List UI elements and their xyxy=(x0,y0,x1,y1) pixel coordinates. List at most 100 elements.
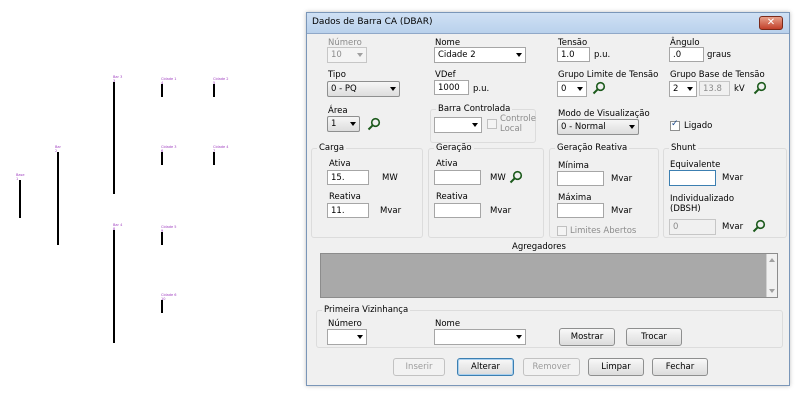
grupo-base-kv-unit: kV xyxy=(734,84,745,94)
equivalente-field[interactable] xyxy=(669,170,716,186)
maxima-field[interactable] xyxy=(557,203,604,218)
vdef-value: 1000 xyxy=(438,83,460,93)
search-icon[interactable] xyxy=(367,117,381,131)
numero-select[interactable]: 10 xyxy=(327,47,367,63)
bus-label: Cidade 3 6 xyxy=(161,145,177,153)
chevron-down-icon xyxy=(516,53,522,57)
carga-ativa-label: Ativa xyxy=(329,159,351,169)
grupo-limite-select[interactable]: 0 xyxy=(557,81,587,97)
chevron-down-icon xyxy=(516,335,522,339)
tipo-value: 0 - PQ xyxy=(331,84,357,94)
limites-abertos-label: Limites Abertos xyxy=(570,226,637,236)
agregadores-scrollbar[interactable] xyxy=(766,254,777,297)
bus-label: Cidade 4 7 xyxy=(213,145,229,153)
area-select[interactable]: 1 xyxy=(327,116,360,132)
bus-bar[interactable] xyxy=(213,84,215,97)
vdef-label: VDef xyxy=(435,70,456,80)
carga-reativa-unit: Mvar xyxy=(380,206,402,216)
modo-visualizacao-label: Modo de Visualização xyxy=(558,109,650,119)
ligado-label: Ligado xyxy=(684,121,713,131)
agregadores-title: Agregadores xyxy=(512,242,566,252)
inserir-button[interactable]: Inserir xyxy=(393,358,445,376)
one-line-diagram[interactable]: Base 1 Bar 2 Bar 3 3 Cidade 1 4 Cidade 2… xyxy=(0,0,300,400)
tipo-select[interactable]: 0 - PQ xyxy=(327,81,400,97)
bus-bar[interactable] xyxy=(19,180,21,218)
barra-controlada-select[interactable] xyxy=(434,117,482,133)
bus-bar[interactable] xyxy=(161,232,163,245)
carga-reativa-label: Reativa xyxy=(329,192,361,202)
bus-label: Cidade 6 10 xyxy=(161,293,177,301)
limites-abertos-checkbox[interactable] xyxy=(557,226,567,236)
dialog-title: Dados de Barra CA (DBAR) xyxy=(312,17,433,27)
geracao-ativa-field[interactable] xyxy=(434,170,481,185)
mostrar-button[interactable]: Mostrar xyxy=(559,328,615,346)
bus-bar[interactable] xyxy=(113,82,115,194)
vizinhanca-numero-label: Número xyxy=(328,319,362,329)
chevron-down-icon xyxy=(357,335,363,339)
maxima-unit: Mvar xyxy=(611,206,633,216)
vdef-unit: p.u. xyxy=(473,84,490,94)
carga-ativa-value: 15. xyxy=(331,173,345,183)
tipo-label: Tipo xyxy=(328,70,346,80)
modo-visualizacao-select[interactable]: 0 - Normal xyxy=(557,119,639,135)
scroll-down-icon[interactable] xyxy=(769,289,775,293)
bus-bar[interactable] xyxy=(161,152,163,165)
bus-label: Base 1 xyxy=(16,173,25,181)
bus-bar[interactable] xyxy=(213,152,215,165)
bus-bar[interactable] xyxy=(161,300,163,313)
search-icon[interactable] xyxy=(509,170,523,184)
minima-unit: Mvar xyxy=(611,174,633,184)
agregadores-list[interactable] xyxy=(320,253,778,298)
bus-bar[interactable] xyxy=(161,84,163,97)
chevron-down-icon xyxy=(350,122,356,126)
angulo-unit: graus xyxy=(707,50,731,60)
grupo-base-value: 2 xyxy=(673,84,679,94)
carga-ativa-field[interactable]: 15. xyxy=(327,170,369,185)
individualizado-label: Individualizado (DBSH) xyxy=(670,194,735,214)
search-icon[interactable] xyxy=(753,81,767,95)
chevron-down-icon xyxy=(472,123,478,127)
bus-label: Cidade 5 9 xyxy=(161,225,177,233)
carga-reativa-value: 11. xyxy=(331,206,345,216)
shunt-title: Shunt xyxy=(669,143,698,153)
search-icon[interactable] xyxy=(592,81,606,95)
search-icon[interactable] xyxy=(752,219,766,233)
bus-label: Cidade 2 5 xyxy=(213,77,229,85)
angulo-value: .0 xyxy=(673,50,682,60)
bus-label: Bar 4 8 xyxy=(113,223,123,231)
geracao-reativa-label: Reativa xyxy=(436,192,468,202)
vizinhanca-numero-select[interactable] xyxy=(327,329,367,345)
close-button[interactable]: ✕ xyxy=(759,16,783,30)
area-label: Área xyxy=(328,106,348,116)
dialog-titlebar[interactable]: Dados de Barra CA (DBAR) ✕ xyxy=(307,13,789,34)
alterar-button[interactable]: Alterar xyxy=(457,358,514,376)
bus-label: Bar 2 xyxy=(55,145,61,153)
remover-button[interactable]: Remover xyxy=(523,358,580,376)
scroll-up-icon[interactable] xyxy=(769,258,775,262)
geracao-reativa-title: Geração Reativa xyxy=(555,143,630,153)
geracao-reativa-field[interactable] xyxy=(434,203,481,218)
carga-group: Carga xyxy=(311,143,423,238)
nome-select[interactable]: Cidade 2 xyxy=(434,47,526,63)
controle-local-checkbox[interactable] xyxy=(487,119,497,129)
bus-bar[interactable] xyxy=(113,230,115,343)
grupo-base-select[interactable]: 2 xyxy=(669,81,697,97)
carga-title: Carga xyxy=(317,143,347,153)
vdef-field[interactable]: 1000 xyxy=(434,80,469,95)
bus-label: Bar 3 3 xyxy=(113,75,123,83)
limpar-button[interactable]: Limpar xyxy=(588,358,644,376)
geracao-ativa-unit: MW xyxy=(490,173,506,183)
bus-bar[interactable] xyxy=(57,152,59,245)
carga-reativa-field[interactable]: 11. xyxy=(327,203,369,218)
tensao-field[interactable]: 1.0 xyxy=(557,47,590,62)
modo-visualizacao-value: 0 - Normal xyxy=(561,122,606,132)
fechar-button[interactable]: Fechar xyxy=(652,358,708,376)
controle-local-label: Controle Local xyxy=(500,114,536,134)
chevron-down-icon xyxy=(577,87,583,91)
minima-field[interactable] xyxy=(557,171,604,186)
angulo-field[interactable]: .0 xyxy=(669,47,704,62)
ligado-checkbox[interactable]: ✓ xyxy=(670,119,680,131)
barra-controlada-label: Barra Controlada xyxy=(436,104,513,114)
vizinhanca-nome-select[interactable] xyxy=(434,329,526,345)
trocar-button[interactable]: Trocar xyxy=(626,328,682,346)
